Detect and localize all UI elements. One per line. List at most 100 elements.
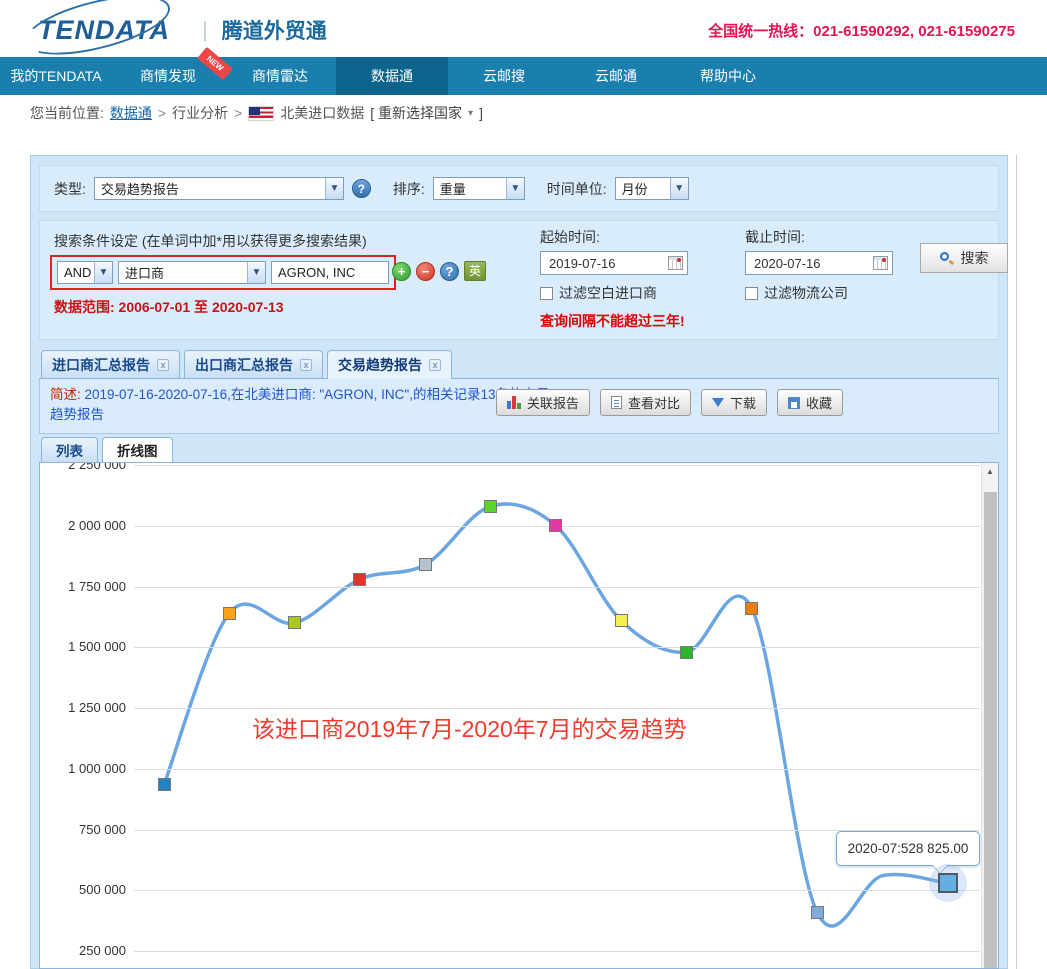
sort-select[interactable]: 重量 ▼: [433, 177, 525, 200]
nav-item-radar[interactable]: 商情雷达: [224, 57, 336, 95]
logo: TENDATA | 腾道外贸通: [28, 8, 327, 52]
data-point-2020-02[interactable]: [615, 614, 628, 627]
close-icon[interactable]: x: [429, 359, 441, 371]
time-unit-select[interactable]: 月份 ▼: [615, 177, 689, 200]
calendar-icon[interactable]: [668, 256, 683, 270]
favorite-button[interactable]: 收藏: [777, 389, 843, 416]
breadcrumb-industry-analysis[interactable]: 行业分析: [172, 103, 228, 123]
tab-label: 进口商汇总报告: [52, 355, 150, 375]
data-point-2020-04[interactable]: [745, 602, 758, 615]
keyword-input[interactable]: AGRON, INC: [271, 261, 389, 284]
tab-line-chart-view[interactable]: 折线图: [102, 437, 173, 462]
data-point-2019-08[interactable]: [223, 607, 236, 620]
summary-bar: 简述: 2019-07-16-2020-07-16,在北美进口商: "AGRON…: [39, 379, 999, 434]
breadcrumb-prefix: 您当前位置:: [30, 103, 104, 123]
chevron-down-icon[interactable]: ▼: [247, 262, 265, 283]
chevron-down-icon[interactable]: ▼: [670, 178, 688, 199]
nav-item-data-center[interactable]: 数据通: [336, 57, 448, 95]
start-date-input[interactable]: 2019-07-16: [540, 251, 688, 275]
chevron-down-icon[interactable]: ▾: [468, 108, 473, 119]
tab-list-view[interactable]: 列表: [41, 437, 98, 462]
nav-item-help-center[interactable]: 帮助中心: [672, 57, 784, 95]
summary-description: 2019-07-16-2020-07-16,在北美进口商: "AGRON, IN…: [50, 387, 549, 422]
data-range-text: 数据范围: 2006-07-01 至 2020-07-13: [54, 297, 284, 317]
start-time-group: 起始时间: 2019-07-16: [540, 227, 688, 275]
filter-logistics-checkbox[interactable]: [745, 287, 758, 300]
report-type-select[interactable]: 交易趋势报告 ▼: [94, 177, 344, 200]
search-condition-row: AND ▼ 进口商 ▼ AGRON, INC: [50, 255, 396, 290]
data-point-2020-01[interactable]: [549, 519, 562, 532]
y-axis-tick-label: 500 000: [46, 882, 126, 897]
time-unit-value: 月份: [616, 179, 654, 198]
filter-logistics-label: 过滤物流公司: [764, 283, 848, 303]
chevron-down-icon[interactable]: ▼: [325, 178, 343, 199]
search-button[interactable]: 搜索: [920, 243, 1008, 273]
search-icon-circle: [940, 252, 949, 261]
nav-item-discovery[interactable]: 商情发现 NEW: [112, 57, 224, 95]
nav-item-cloud-mail-search[interactable]: 云邮搜: [448, 57, 560, 95]
us-flag-canton: [249, 107, 260, 115]
data-point-2019-12[interactable]: [484, 500, 497, 513]
data-point-2019-10[interactable]: [353, 573, 366, 586]
download-arrow-icon: [712, 398, 724, 407]
data-point-2020-05[interactable]: [811, 906, 824, 919]
calendar-dot: [882, 258, 886, 262]
breadcrumb-separator: >: [234, 105, 242, 121]
y-gridline: [134, 465, 980, 466]
data-point-2019-07[interactable]: [158, 778, 171, 791]
data-point-2020-07[interactable]: [938, 873, 958, 893]
tab-trade-trend[interactable]: 交易趋势报告 x: [327, 350, 452, 379]
y-axis-tick-label: 1 250 000: [46, 700, 126, 715]
datapoint-tooltip: 2020-07:528 825.00: [836, 831, 980, 866]
download-label: 下载: [730, 393, 756, 412]
chevron-down-icon[interactable]: ▼: [506, 178, 524, 199]
nav-item-cloud-mail[interactable]: 云邮通: [560, 57, 672, 95]
search-conditions-title: 搜索条件设定 (在单词中加*用以获得更多搜索结果): [54, 231, 367, 251]
view-compare-button[interactable]: 查看对比: [600, 389, 691, 416]
help-icon[interactable]: ?: [440, 262, 459, 281]
y-gridline: [134, 890, 980, 891]
reselect-country-link[interactable]: [ 重新选择国家: [370, 103, 462, 123]
scrollbar-thumb[interactable]: [984, 492, 997, 969]
y-axis-tick-label: 2 000 000: [46, 518, 126, 533]
calendar-icon[interactable]: [873, 256, 888, 270]
data-point-2019-11[interactable]: [419, 558, 432, 571]
main-panel: 类型: 交易趋势报告 ▼ ? 排序: 重量 ▼ 时间单位: 月份 ▼ 搜索条件设…: [30, 155, 1008, 969]
report-type-value: 交易趋势报告: [95, 179, 185, 198]
data-point-2020-03[interactable]: [680, 646, 693, 659]
report-toolbar: 关联报告 查看对比 下载 收藏: [496, 389, 843, 416]
add-condition-button[interactable]: +: [392, 262, 411, 281]
view-tab-strip: 列表 折线图: [39, 437, 999, 462]
scrollbar-up-arrow-icon[interactable]: ▲: [982, 463, 998, 480]
end-date-input[interactable]: 2020-07-16: [745, 251, 893, 275]
search-field-select[interactable]: 进口商 ▼: [118, 261, 266, 284]
y-gridline: [134, 708, 980, 709]
breadcrumb-link-data-center[interactable]: 数据通: [110, 103, 152, 123]
search-button-label: 搜索: [961, 248, 989, 268]
end-time-group: 截止时间: 2020-07-16: [745, 227, 893, 275]
trend-chart: 该进口商2019年7月-2020年7月的交易趋势 2020-07:528 825…: [39, 462, 999, 969]
tab-label: 交易趋势报告: [338, 355, 422, 375]
chevron-down-icon[interactable]: ▼: [94, 262, 112, 283]
remove-condition-button[interactable]: −: [416, 262, 435, 281]
close-icon[interactable]: x: [300, 359, 312, 371]
chart-scrollbar[interactable]: ▲: [981, 463, 998, 969]
type-label: 类型:: [54, 179, 86, 199]
sort-value: 重量: [434, 179, 472, 198]
nav-item-my-tendata[interactable]: 我的TENDATA: [0, 57, 112, 95]
tab-exporter-summary[interactable]: 出口商汇总报告 x: [184, 350, 323, 378]
end-date-value: 2020-07-16: [754, 256, 821, 271]
close-icon[interactable]: x: [157, 359, 169, 371]
download-button[interactable]: 下载: [701, 389, 767, 416]
save-disk-icon: [788, 397, 800, 409]
hotline-text: 全国统一热线：021-61590292, 021-61590275: [708, 20, 1015, 41]
filter-blank-importer-checkbox[interactable]: [540, 287, 553, 300]
summary-label: 简述:: [50, 387, 85, 402]
language-toggle-button[interactable]: 英: [464, 261, 486, 281]
data-point-2019-09[interactable]: [288, 616, 301, 629]
tab-importer-summary[interactable]: 进口商汇总报告 x: [41, 350, 180, 378]
related-reports-button[interactable]: 关联报告: [496, 389, 590, 416]
y-axis-tick-label: 1 750 000: [46, 579, 126, 594]
help-icon[interactable]: ?: [352, 179, 371, 198]
boolean-operator-select[interactable]: AND ▼: [57, 261, 113, 284]
